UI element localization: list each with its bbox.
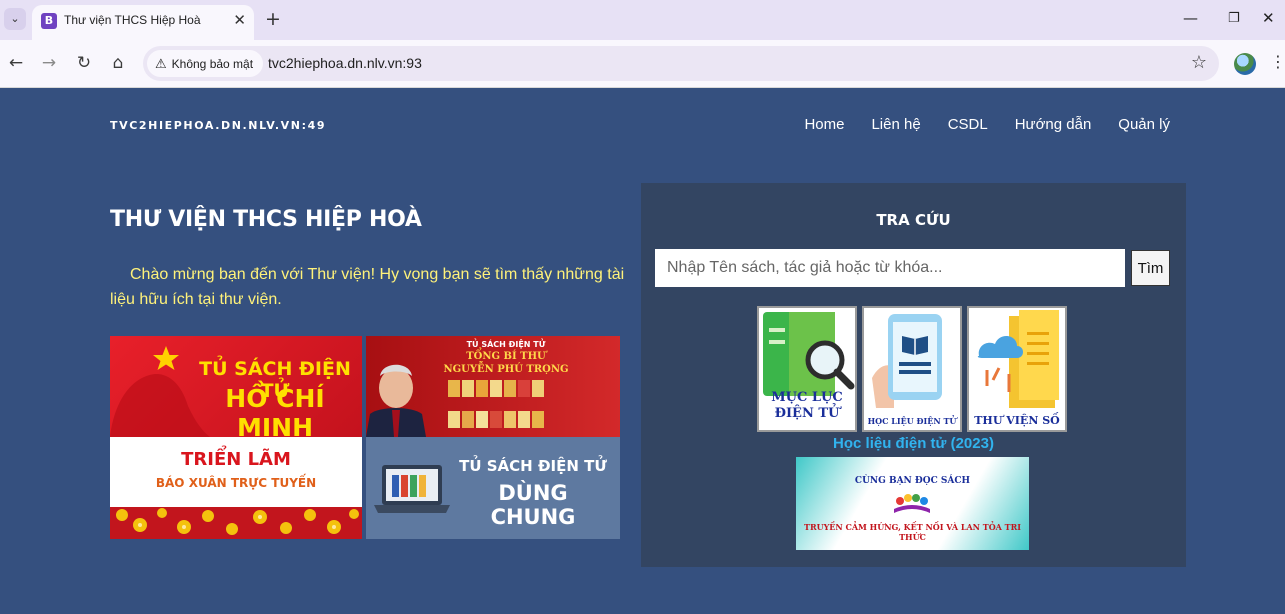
banner-trienlam-line1: TRIỂN LÃM xyxy=(181,449,291,470)
nav-home[interactable]: Home xyxy=(804,116,844,133)
url-text[interactable]: tvc2hiephoa.dn.nlv.vn:93 xyxy=(268,55,422,71)
tile-thuvienso-label: THƯ VIỆN SỐ xyxy=(974,414,1060,427)
banner-dungchung-line1: TỦ SÁCH ĐIỆN TỬ xyxy=(459,457,607,475)
tile-muc-luc-dien-tu[interactable]: MỤC LỤC ĐIỆN TỬ xyxy=(757,306,857,432)
banner-tbt-line1: TỦ SÁCH ĐIỆN TỬ xyxy=(466,340,546,349)
bookmark-star-icon[interactable]: ☆ xyxy=(1191,52,1207,73)
tile-hoc-lieu-dien-tu[interactable]: HỌC LIỆU ĐIỆN TỬ xyxy=(862,306,962,432)
profile-avatar-icon[interactable] xyxy=(1234,53,1256,75)
page-title: THƯ VIỆN THCS HIỆP HOÀ xyxy=(110,207,422,232)
nav-contact[interactable]: Liên hệ xyxy=(871,116,920,133)
menu-dots-icon[interactable]: ⋮ xyxy=(1270,52,1285,71)
banner-tbt-line3: NGUYỄN PHÚ TRỌNG xyxy=(443,364,569,375)
address-bar[interactable]: ⚠ Không bảo mật tvc2hiephoa.dn.nlv.vn:93… xyxy=(143,46,1219,81)
banner-tbt-line2: TỔNG BÍ THƯ xyxy=(466,351,546,362)
welcome-text: Chào mừng bạn đến với Thư viện! Hy vọng … xyxy=(110,266,625,308)
reload-icon[interactable]: ↻ xyxy=(74,53,94,73)
nav-csdl[interactable]: CSDL xyxy=(948,116,988,133)
forward-icon[interactable]: → xyxy=(39,53,59,73)
browser-tab-bar: ⌄ B Thư viện THCS Hiệp Hoà ✕ + — ❐ ✕ xyxy=(0,0,1285,40)
tile-mucluc-line2: ĐIỆN TỬ xyxy=(774,406,840,421)
search-input[interactable] xyxy=(655,249,1125,287)
banner-dungchung-line2: DÙNG CHUNG xyxy=(490,481,576,529)
search-button[interactable]: Tìm xyxy=(1131,250,1170,286)
warning-icon: ⚠ xyxy=(155,55,167,71)
banner-trien-lam[interactable]: TRIỂN LÃM BÁO XUÂN TRỰC TUYẾN xyxy=(110,437,362,539)
restore-icon[interactable]: ❐ xyxy=(1228,11,1240,26)
banner-hcm-line2: HỒ CHÍ MINH xyxy=(225,384,325,437)
search-panel-title: TRA CỨU xyxy=(876,211,951,229)
bootstrap-favicon-icon: B xyxy=(41,13,57,29)
banner-trienlam-line2: BÁO XUÂN TRỰC TUYẾN xyxy=(155,476,317,490)
banner-ho-chi-minh[interactable]: TỦ SÁCH ĐIỆN TỬ HỒ CHÍ MINH xyxy=(110,336,362,437)
banner-dung-chung[interactable]: TỦ SÁCH ĐIỆN TỬ DÙNG CHUNG xyxy=(366,437,620,539)
new-tab-icon[interactable]: + xyxy=(265,8,281,30)
top-navigation: Home Liên hệ CSDL Hướng dẫn Quản lý xyxy=(804,116,1170,133)
cloud-document-icon xyxy=(977,310,1059,408)
browser-tab[interactable]: B Thư viện THCS Hiệp Hoà ✕ xyxy=(32,5,254,40)
tablet-book-icon xyxy=(872,314,942,408)
security-label: Không bảo mật xyxy=(171,56,254,71)
reading-banner-subtitle: TRUYỀN CẢM HỨNG, KẾT NỐI VÀ LAN TỎA TRI … xyxy=(803,522,1022,542)
banner-tong-bi-thu[interactable]: TỦ SÁCH ĐIỆN TỬ TỔNG BÍ THƯ NGUYỄN PHÚ T… xyxy=(366,336,620,437)
hoc-lieu-2023-link[interactable]: Học liệu điện tử (2023) xyxy=(641,435,1186,452)
nav-guide[interactable]: Hướng dẫn xyxy=(1015,116,1092,133)
tile-hoclieu-label: HỌC LIỆU ĐIỆN TỬ xyxy=(867,416,957,426)
minimize-icon[interactable]: — xyxy=(1183,9,1198,27)
search-panel: TRA CỨU Tìm MỤC LỤC ĐIỆN TỬ HỌC LIỆU ĐIỆ… xyxy=(641,183,1186,567)
banner-cung-ban-doc-sach[interactable]: CÙNG BẠN ĐỌC SÁCH TRUYỀN CẢM HỨNG, KẾT N… xyxy=(796,457,1029,550)
browser-toolbar: ← → ↻ ⌂ ⚠ Không bảo mật tvc2hiephoa.dn.n… xyxy=(0,40,1285,88)
tab-close-icon[interactable]: ✕ xyxy=(233,11,246,29)
back-icon[interactable]: ← xyxy=(6,53,26,73)
security-chip[interactable]: ⚠ Không bảo mật xyxy=(147,50,264,77)
home-icon[interactable]: ⌂ xyxy=(108,53,128,73)
window-close-icon[interactable]: ✕ xyxy=(1262,9,1275,27)
tile-mucluc-line1: MỤC LỤC xyxy=(771,390,843,405)
tab-search-chevron-icon[interactable]: ⌄ xyxy=(4,8,26,30)
tile-thu-vien-so[interactable]: THƯ VIỆN SỐ xyxy=(967,306,1067,432)
nav-admin[interactable]: Quản lý xyxy=(1118,116,1170,133)
site-brand[interactable]: TVC2HIEPHOA.DN.NLV.VN:49 xyxy=(110,119,326,132)
tab-title: Thư viện THCS Hiệp Hoà xyxy=(64,13,201,27)
